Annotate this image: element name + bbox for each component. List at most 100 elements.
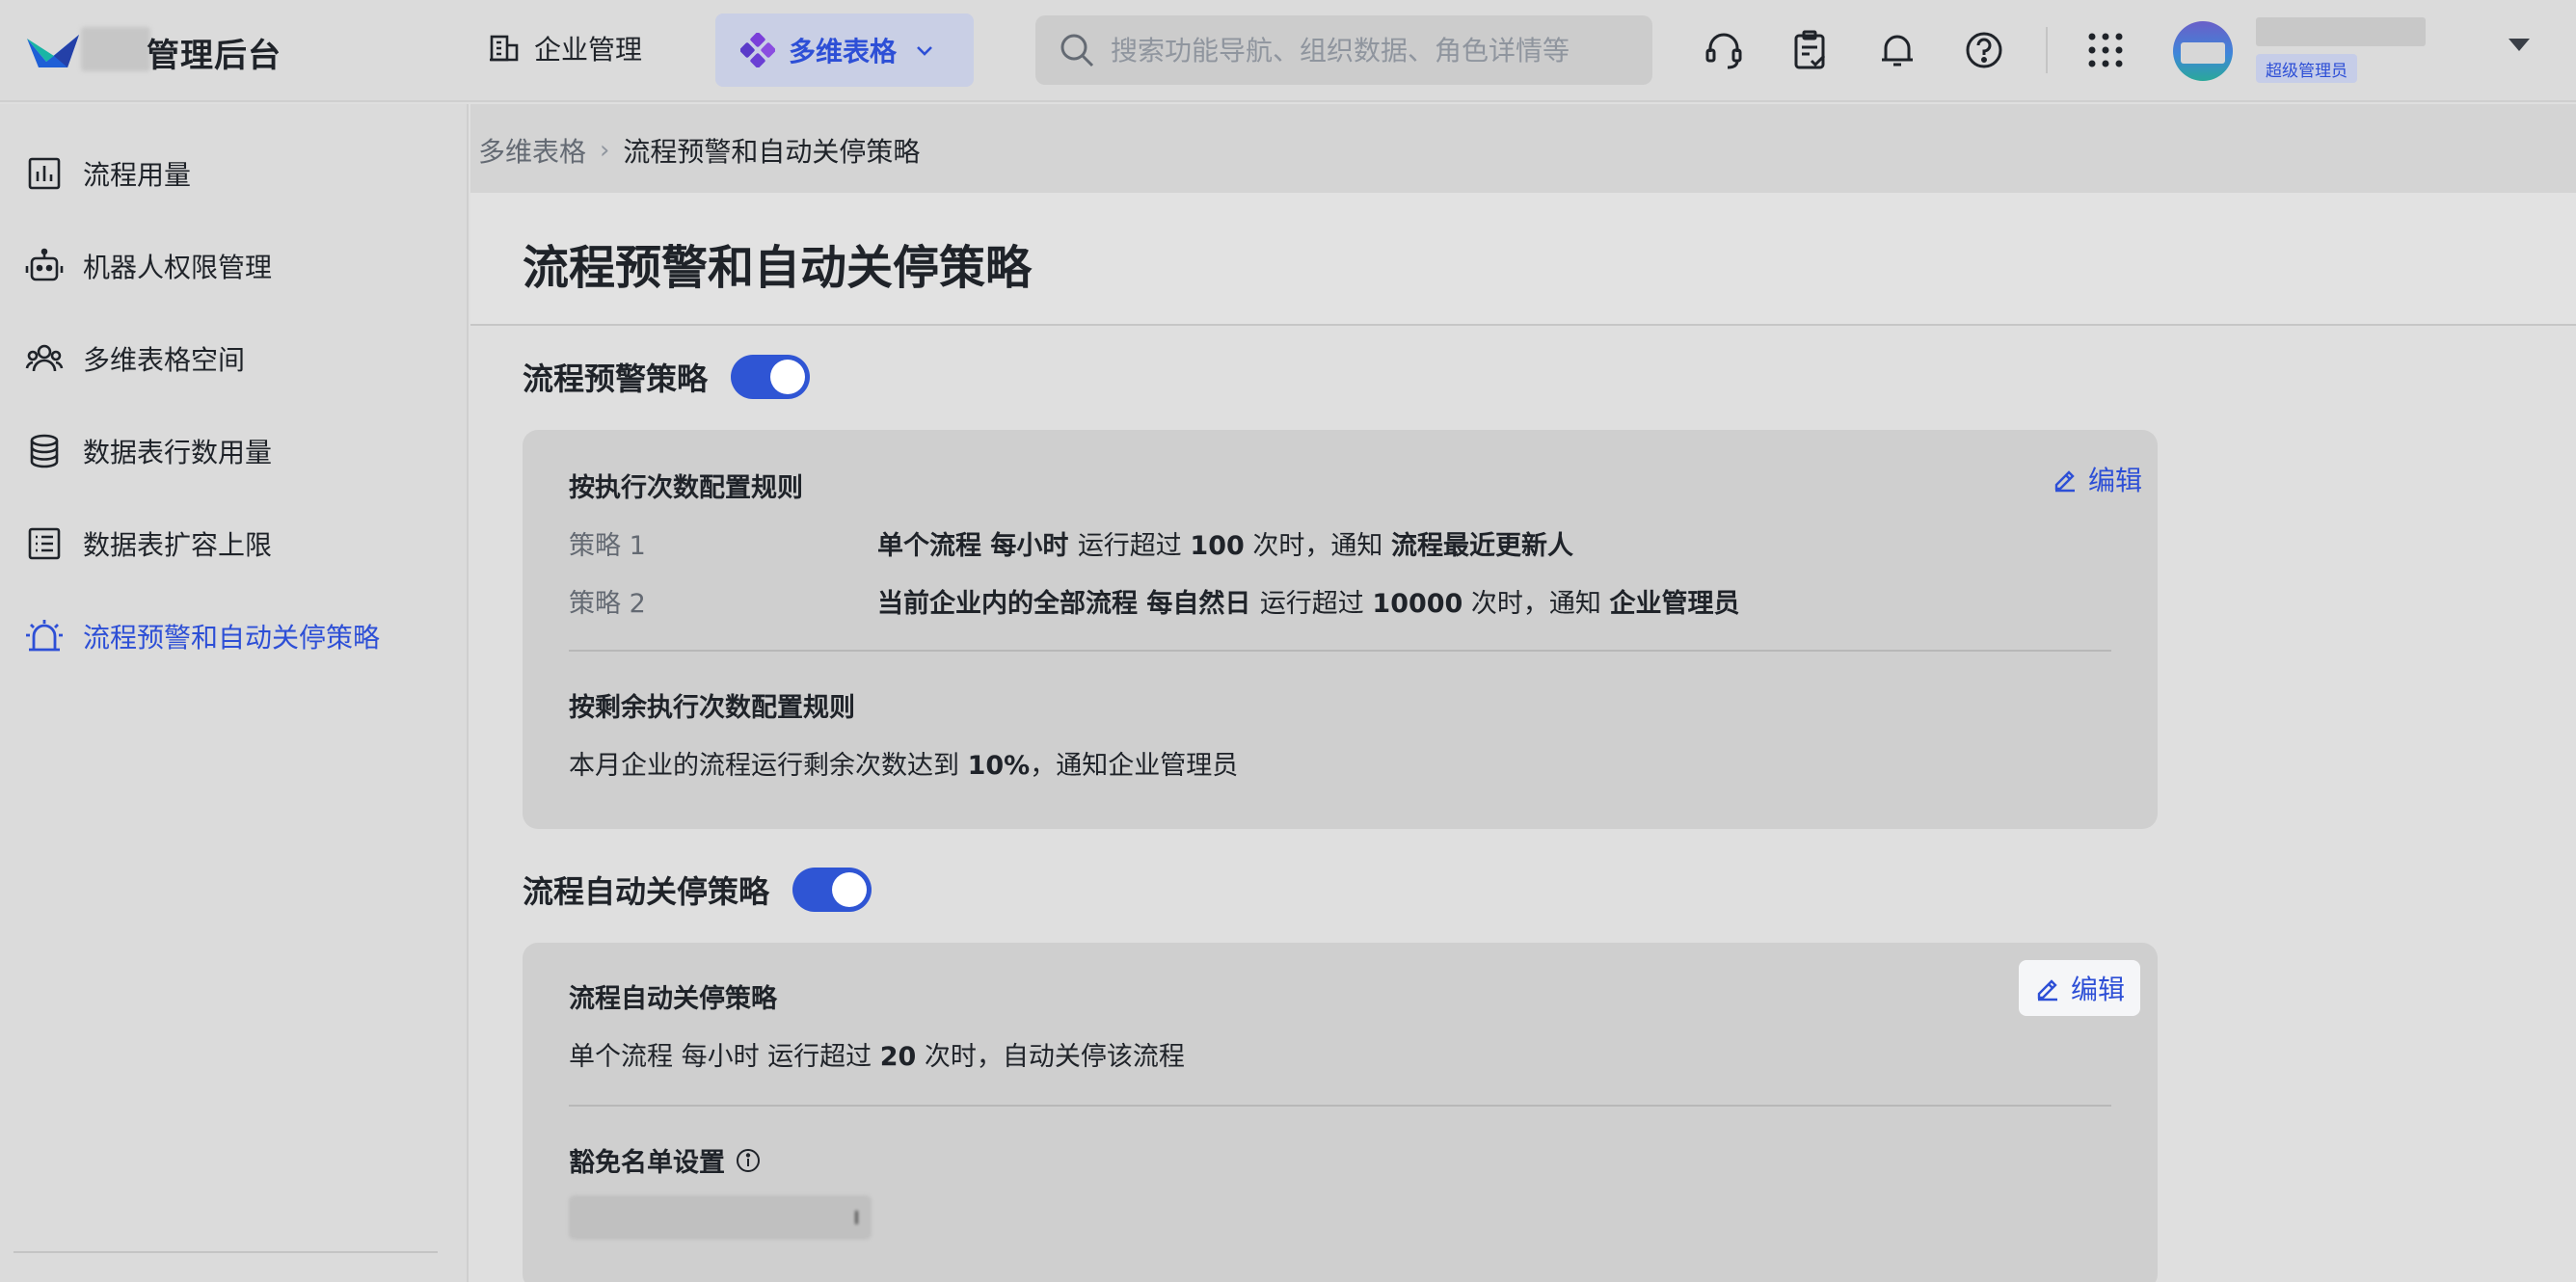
- approval-button[interactable]: [1787, 27, 1834, 73]
- search-input[interactable]: [1111, 34, 1631, 67]
- edit-shutdown-button[interactable]: 编辑: [2018, 960, 2140, 1016]
- chevron-down-icon: [917, 46, 932, 56]
- remaining-text: 本月企业的流程运行剩余次数达到: [569, 751, 968, 781]
- nav-bitable-dropdown[interactable]: 多维表格: [715, 13, 974, 87]
- card-divider: [569, 650, 2111, 652]
- bitable-icon: [740, 33, 775, 67]
- rule-label: 策略 1: [569, 531, 646, 561]
- breadcrumb-current: 流程预警和自动关停策略: [623, 136, 921, 168]
- breadcrumb-separator: ›: [600, 136, 610, 165]
- rule-text: 单个流程 每小时 运行超过: [569, 1042, 880, 1072]
- card-subtitle: 按执行次数配置规则: [569, 473, 803, 503]
- sidebar-item-label: 数据表扩容上限: [83, 529, 273, 561]
- sidebar-item-label: 机器人权限管理: [83, 252, 273, 283]
- rule-row: 策略 1 单个流程 每小时 运行超过 100 次时，通知 流程最近更新人: [569, 524, 1573, 562]
- sidebar-item-label: 数据表行数用量: [83, 437, 273, 468]
- info-icon[interactable]: [735, 1147, 762, 1174]
- rule-period: 每小时: [981, 531, 1078, 561]
- list-icon: [28, 527, 61, 560]
- exempt-list-title: 豁免名单设置: [569, 1141, 762, 1179]
- database-icon: [30, 434, 59, 468]
- avatar[interactable]: [2173, 21, 2233, 81]
- sidebar: 流程用量 机器人权限管理 多维表格空间 数据表行数用量 数据表扩容上限 流程预警…: [0, 104, 469, 1282]
- edit-label: 编辑: [2070, 974, 2125, 1005]
- rule-label: 策略 2: [569, 589, 646, 619]
- help-icon: [1966, 32, 2002, 68]
- clipboard-check-icon: [1794, 30, 1826, 69]
- support-button[interactable]: [1701, 27, 1747, 73]
- header-divider: [2046, 27, 2048, 73]
- rule-text: 次时，自动关停该流程: [916, 1042, 1185, 1072]
- rule-text: 单个流程 每小时 运行超过 100 次时，通知 流程最近更新人: [877, 524, 1573, 562]
- rule-threshold: 100: [1190, 531, 1245, 561]
- alarm-icon: [26, 620, 63, 652]
- edit-icon: [2054, 470, 2075, 493]
- card-subtitle: 按剩余执行次数配置规则: [569, 693, 855, 723]
- edit-label: 编辑: [2087, 465, 2142, 496]
- rule-scope: 单个流程: [877, 531, 981, 561]
- bell-icon: [1882, 35, 1913, 67]
- breadcrumb-parent-link[interactable]: 多维表格: [478, 131, 586, 170]
- sidebar-item-row-usage[interactable]: 数据表行数用量: [25, 422, 449, 480]
- exempt-title-label: 豁免名单设置: [569, 1148, 725, 1178]
- page-title: 流程预警和自动关停策略: [523, 241, 1033, 295]
- breadcrumb: 多维表格 › 流程预警和自动关停策略: [478, 131, 920, 170]
- nav-enterprise-management[interactable]: 企业管理: [488, 29, 642, 67]
- sidebar-item-label: 流程预警和自动关停策略: [83, 622, 381, 654]
- sidebar-item-bitable-space[interactable]: 多维表格空间: [25, 330, 449, 387]
- shutdown-rule-text: 单个流程 每小时 运行超过 20 次时，自动关停该流程: [569, 1035, 1185, 1073]
- shutdown-policy-toggle[interactable]: [792, 868, 872, 912]
- rule-connector: 运行超过: [1259, 589, 1373, 619]
- edit-warning-button[interactable]: 编辑: [2036, 451, 2158, 507]
- card-subtitle: 流程自动关停策略: [569, 984, 777, 1014]
- warning-section-header: 流程预警策略: [523, 355, 811, 399]
- rule-threshold: 20: [879, 1042, 917, 1072]
- bar-chart-icon: [28, 157, 61, 190]
- headset-icon: [1705, 33, 1742, 69]
- building-icon: [490, 35, 519, 62]
- sidebar-item-label: 多维表格空间: [83, 344, 246, 376]
- warning-policy-toggle[interactable]: [731, 355, 811, 399]
- shutdown-section-header: 流程自动关停策略: [523, 868, 872, 912]
- sidebar-item-warning-shutdown[interactable]: 流程预警和自动关停策略: [25, 607, 449, 665]
- apps-button[interactable]: [2082, 27, 2129, 73]
- remaining-rule-text: 本月企业的流程运行剩余次数达到 10%，通知企业管理员: [569, 744, 1238, 782]
- rule-recipient: 企业管理员: [1609, 589, 1740, 619]
- sidebar-item-robot-permissions[interactable]: 机器人权限管理: [25, 237, 449, 295]
- section-title: 流程自动关停策略: [523, 873, 770, 910]
- sidebar-item-table-expansion[interactable]: 数据表扩容上限: [25, 515, 449, 573]
- rule-threshold: 10000: [1372, 589, 1463, 619]
- nav-enterprise-label: 企业管理: [534, 34, 643, 66]
- breadcrumb-bar: 多维表格 › 流程预警和自动关停策略: [470, 104, 2576, 193]
- logo-redacted: [81, 27, 150, 71]
- rule-period: 每自然日: [1138, 589, 1260, 619]
- search-icon: [1060, 34, 1094, 67]
- page-header: 流程预警和自动关停策略: [470, 193, 2576, 326]
- rule-scope: 当前企业内的全部流程: [877, 589, 1138, 619]
- edit-icon: [2037, 979, 2057, 1002]
- remaining-threshold: 10%: [967, 751, 1031, 781]
- users-icon: [25, 344, 64, 372]
- apps-grid-icon: [2088, 33, 2123, 67]
- sidebar-divider: [13, 1251, 438, 1253]
- app-logo-icon: [27, 35, 79, 67]
- sidebar-item-label: 流程用量: [83, 159, 192, 191]
- section-title: 流程预警策略: [523, 361, 709, 397]
- shutdown-policy-card: 流程自动关停策略 编辑 单个流程 每小时 运行超过 20 次时，自动关停该流程 …: [523, 943, 2158, 1282]
- robot-icon: [25, 248, 64, 281]
- warning-policy-card: 按执行次数配置规则 编辑 策略 1 单个流程 每小时 运行超过 100 次时，通…: [523, 430, 2158, 829]
- sidebar-item-flow-usage[interactable]: 流程用量: [25, 145, 449, 202]
- global-search[interactable]: [1035, 15, 1652, 85]
- remaining-text: ，通知企业管理员: [1030, 751, 1239, 781]
- rule-connector: 次时，通知: [1244, 531, 1391, 561]
- role-badge: 超级管理员: [2256, 54, 2357, 83]
- card-divider: [569, 1105, 2111, 1107]
- top-bar: 管理后台 企业管理 多维表格 搜索功能导航、组织数据、角色详情等 超级管理员: [0, 0, 2576, 102]
- user-name-redacted: [2256, 17, 2426, 46]
- notifications-button[interactable]: [1874, 27, 1920, 73]
- rule-row: 策略 2 当前企业内的全部流程 每自然日 运行超过 10000 次时，通知 企业…: [569, 582, 1740, 620]
- rule-text: 当前企业内的全部流程 每自然日 运行超过 10000 次时，通知 企业管理员: [877, 582, 1740, 620]
- caret-down-icon[interactable]: [2509, 39, 2530, 51]
- help-button[interactable]: [1961, 27, 2007, 73]
- rule-recipient: 流程最近更新人: [1390, 531, 1573, 561]
